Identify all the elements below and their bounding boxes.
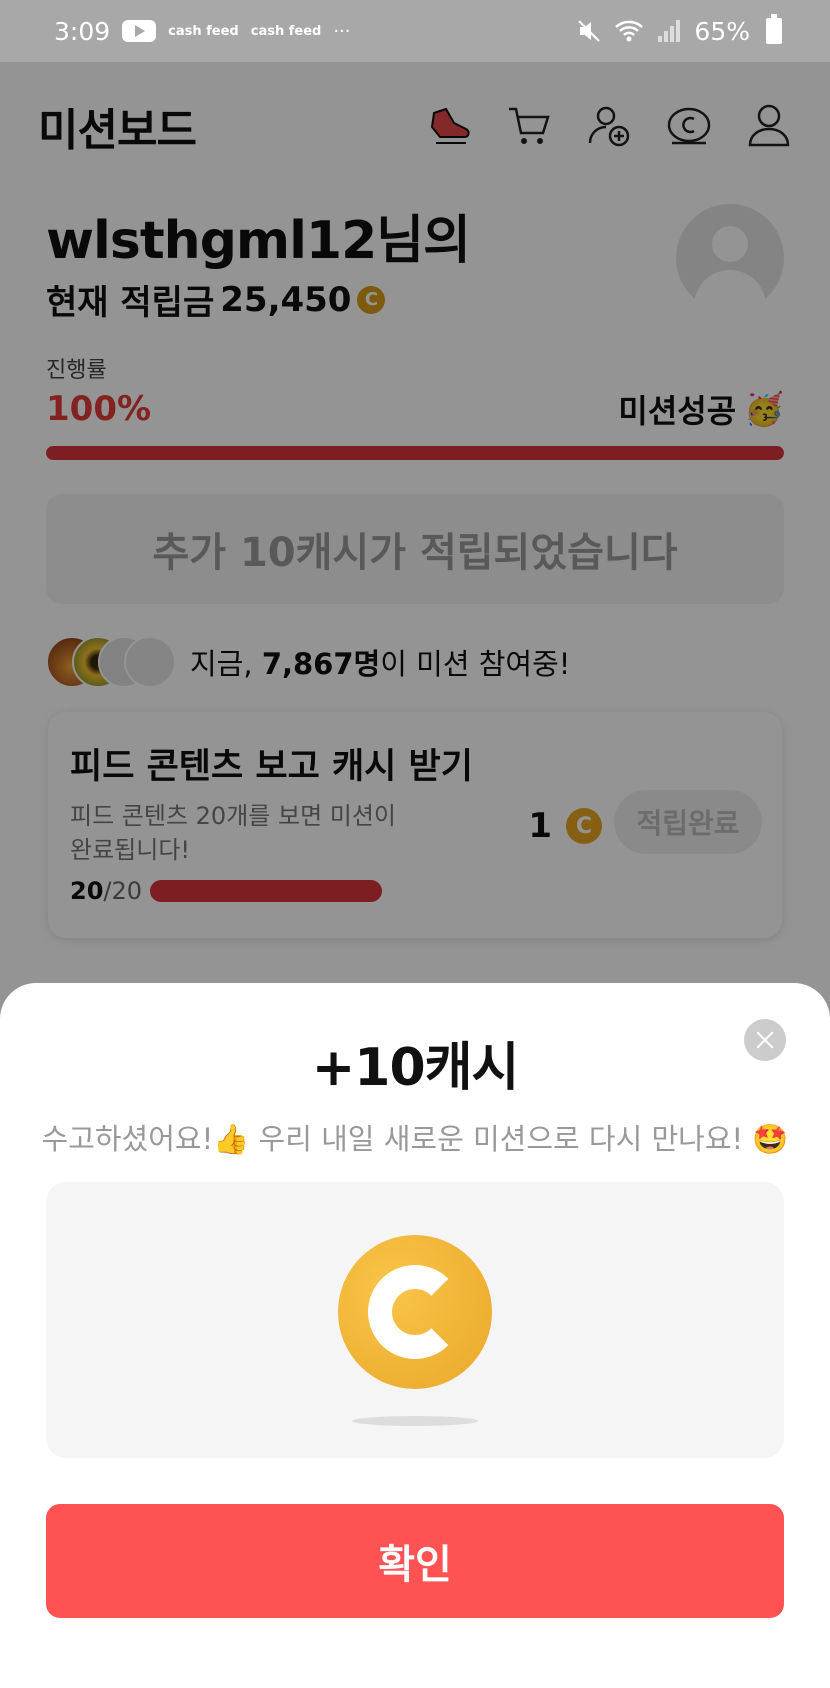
mute-icon bbox=[578, 20, 601, 42]
reward-message: 수고하셨어요!👍 우리 내일 새로운 미션으로 다시 만나요! 🤩 bbox=[41, 1122, 789, 1156]
close-button[interactable] bbox=[744, 1019, 786, 1061]
coin-illustration-box bbox=[46, 1182, 784, 1458]
cashfeed-icon: cash feed bbox=[250, 23, 322, 39]
coin-icon bbox=[338, 1235, 492, 1389]
signal-icon bbox=[658, 20, 681, 42]
youtube-icon bbox=[122, 20, 157, 42]
battery-percent: 65% bbox=[694, 16, 750, 46]
wifi-icon bbox=[615, 20, 644, 42]
confirm-button[interactable]: 확인 bbox=[46, 1504, 784, 1618]
reward-bottom-sheet: +10캐시 수고하셨어요!👍 우리 내일 새로운 미션으로 다시 만나요! 🤩 … bbox=[0, 983, 830, 1688]
more-notifications-icon: ··· bbox=[333, 20, 351, 42]
reward-title: +10캐시 bbox=[311, 1038, 520, 1098]
status-bar: 3:09 cash feed cash feed ··· 65% bbox=[0, 0, 830, 62]
battery-icon bbox=[766, 14, 782, 44]
status-time: 3:09 bbox=[54, 16, 111, 46]
coin-shadow bbox=[352, 1416, 478, 1426]
cashfeed-icon: cash feed bbox=[168, 23, 239, 39]
